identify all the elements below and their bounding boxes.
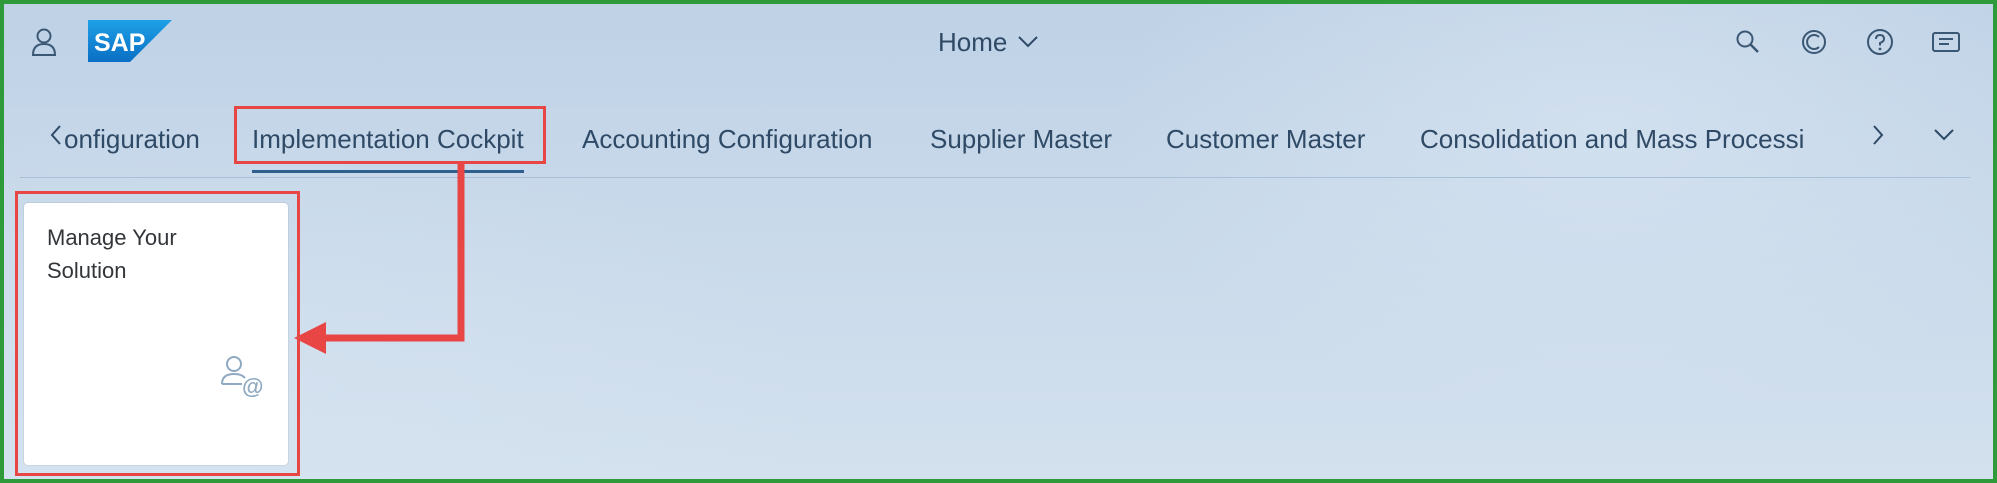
app-window: SAP Home onfiguration Implementation Coc… [0, 0, 1997, 483]
annotation-arrow [294, 164, 465, 354]
